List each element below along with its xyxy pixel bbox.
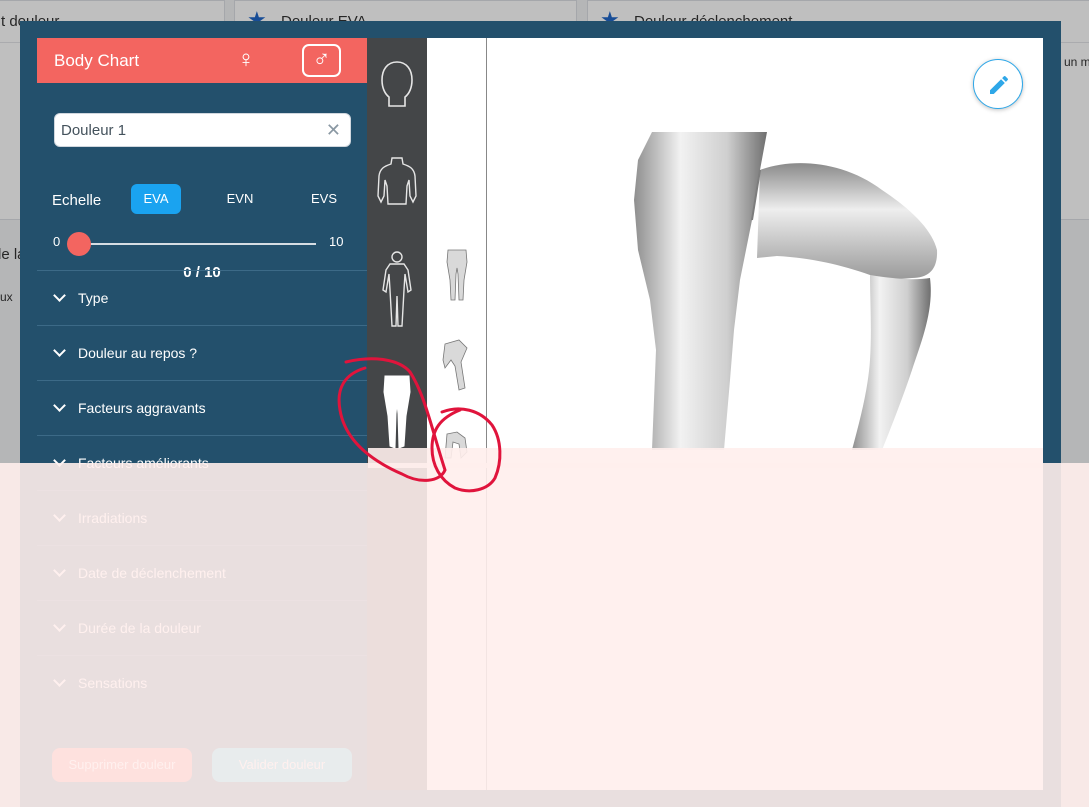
accordion-onset-date[interactable]: Date de déclenchement <box>37 545 367 599</box>
chevron-down-icon <box>53 564 66 577</box>
accordion-improving[interactable]: Facteurs améliorants <box>37 435 367 489</box>
slider-thumb[interactable] <box>67 232 91 256</box>
accordion-type[interactable]: Type <box>37 270 367 324</box>
close-icon[interactable]: ✕ <box>326 120 341 140</box>
legs-front-thumbnail[interactable] <box>441 248 473 302</box>
chevron-down-icon <box>53 399 66 412</box>
full-body-icon[interactable] <box>377 250 417 328</box>
torso-icon[interactable] <box>377 156 417 208</box>
chevron-down-icon <box>53 619 66 632</box>
accordion-rest-pain[interactable]: Douleur au repos ? <box>37 325 367 379</box>
slider-min-label: 0 <box>53 234 61 249</box>
modal-title: Body Chart <box>54 51 140 70</box>
accordion-duration[interactable]: Durée de la douleur <box>37 600 367 654</box>
accordion-irradiations[interactable]: Irradiations <box>37 490 367 544</box>
chevron-down-icon <box>53 289 66 302</box>
pain-form-panel: Body Chart ♀ ♂ ✕ Echelle EVA EVN EVS 0 1… <box>37 38 367 790</box>
chevron-down-icon <box>53 344 66 357</box>
accordion-sensations[interactable]: Sensations <box>37 655 367 709</box>
body-chart-canvas[interactable] <box>427 38 1043 790</box>
pain-slider[interactable] <box>67 232 316 256</box>
body-chart-modal: Body Chart ♀ ♂ ✕ Echelle EVA EVN EVS 0 1… <box>20 21 1061 807</box>
scale-label: Echelle <box>52 192 102 209</box>
pencil-icon <box>990 75 1008 94</box>
legs-bent-thumbnail[interactable] <box>441 430 473 460</box>
chevron-down-icon <box>53 674 66 687</box>
edit-button[interactable] <box>973 59 1023 109</box>
chevron-down-icon <box>53 454 66 467</box>
panel-header: Body Chart ♀ ♂ <box>37 38 367 83</box>
body-region-bar <box>367 38 427 790</box>
legs-icon[interactable] <box>377 374 417 450</box>
legs-side-thumbnail[interactable] <box>441 338 473 392</box>
head-icon[interactable] <box>377 60 417 110</box>
delete-pain-button[interactable]: Supprimer douleur <box>52 748 192 782</box>
scale-option-eva[interactable]: EVA <box>131 184 181 214</box>
pain-name-field[interactable]: ✕ <box>54 113 351 147</box>
chevron-down-icon <box>53 509 66 522</box>
slider-max-label: 10 <box>329 234 344 249</box>
male-icon[interactable]: ♂ <box>302 44 341 77</box>
pain-name-input[interactable] <box>61 115 321 145</box>
leg-model[interactable] <box>612 130 942 450</box>
scale-option-evs[interactable]: EVS <box>299 184 349 214</box>
accordion-aggravating[interactable]: Facteurs aggravants <box>37 380 367 434</box>
female-icon[interactable]: ♀ <box>233 47 259 73</box>
validate-pain-button[interactable]: Valider douleur <box>212 748 352 782</box>
scale-option-evn[interactable]: EVN <box>215 184 265 214</box>
view-thumbnails <box>427 38 487 790</box>
